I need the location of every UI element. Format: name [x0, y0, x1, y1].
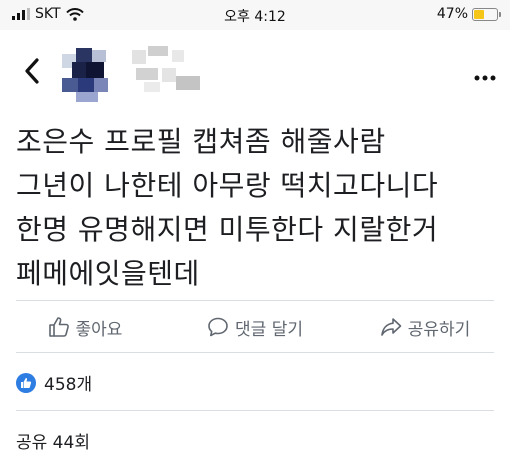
like-label: 좋아요	[75, 319, 123, 340]
reaction-count: 458개	[44, 375, 93, 395]
post-header	[0, 30, 510, 120]
like-reaction-icon	[16, 372, 36, 393]
more-horizontal-icon	[474, 75, 496, 81]
divider	[16, 352, 494, 353]
comment-label: 댓글 달기	[235, 319, 303, 340]
reactions-summary[interactable]: 458개	[16, 370, 92, 395]
post-text: 조은수 프로필 캡쳐좀 해줄사람 그년이 나한테 아무랑 떡치고다니다 한명 유…	[16, 120, 496, 296]
battery-icon	[472, 7, 501, 21]
comment-icon	[208, 317, 228, 337]
post-action-bar: 좋아요 댓글 달기 공유하기	[0, 302, 510, 352]
post-line: 그년이 나한테 아무랑 떡치고다니다	[16, 169, 439, 202]
author-name-blurred[interactable]	[132, 46, 214, 96]
thumbs-up-icon	[48, 317, 69, 337]
share-icon	[380, 318, 402, 336]
divider	[16, 410, 494, 411]
share-count[interactable]: 공유 44회	[16, 428, 90, 453]
battery-level-fill	[474, 9, 484, 19]
share-label: 공유하기	[407, 319, 471, 340]
status-bar: SKT 오후 4:12 47%	[0, 0, 510, 30]
thumbs-up-filled-icon	[21, 377, 32, 388]
status-bar-right: 47%	[436, 6, 501, 22]
comment-button[interactable]: 댓글 달기	[170, 302, 340, 352]
post-line: 한명 유명해지면 미투한다 지랄한거	[16, 213, 439, 246]
divider	[16, 300, 494, 301]
post-line: 조은수 프로필 캡쳐좀 해줄사람	[16, 125, 386, 158]
status-bar-time: 오후 4:12	[224, 9, 286, 25]
battery-percent: 47%	[436, 6, 468, 22]
author-avatar-blurred[interactable]	[62, 48, 112, 102]
chevron-left-icon	[25, 58, 39, 84]
back-button[interactable]	[24, 56, 40, 90]
share-button[interactable]: 공유하기	[340, 302, 510, 352]
more-options-button[interactable]	[474, 62, 496, 87]
post-line: 페메에잇을텐데	[16, 257, 200, 290]
like-button[interactable]: 좋아요	[0, 302, 170, 352]
